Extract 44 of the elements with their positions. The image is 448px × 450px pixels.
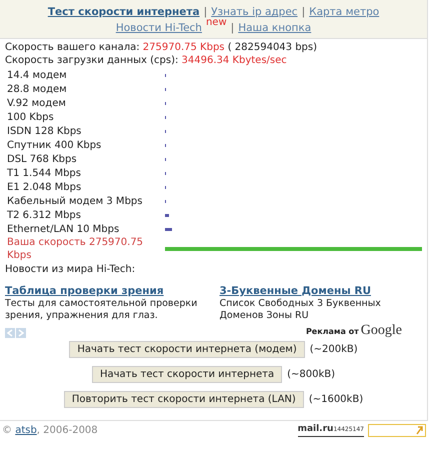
google-logo[interactable]: Google [360, 324, 402, 338]
speed-label: 100 Kbps [6, 110, 55, 124]
nav-link[interactable]: Узнать ip адрес [211, 6, 298, 19]
speed-label: DSL 768 Kbps [6, 152, 78, 166]
ad-credit: Реклама от [306, 326, 359, 338]
start-test-button[interactable]: Начать тест скорости интернета [92, 366, 282, 383]
speed-label: T1 1.544 Mbps [6, 166, 82, 180]
speed-label: Ethernet/LAN 10 Mbps [6, 222, 120, 236]
separator: | [302, 6, 306, 19]
speed-summary: Скорость вашего канала: 275970.75 Kbps ( 282594043 bps) [5, 41, 318, 54]
speed-label: ISDN 128 Kbps [6, 124, 82, 138]
ad-text: Список Свободных 3 Буквенных Доменов Зоны RU [220, 298, 382, 322]
speed-label: Спутник 400 Kbps [6, 138, 102, 152]
start-test-button[interactable]: Повторить тест скорости интернета (LAN) [64, 391, 304, 408]
previous-arrow-icon[interactable] [5, 328, 15, 338]
ad-title[interactable]: 3-Буквенные Домены RU [220, 285, 422, 298]
speed-label: V.92 модем [6, 96, 67, 110]
nav-link[interactable]: Наша кнопка [238, 22, 312, 35]
next-arrow-icon[interactable] [16, 328, 26, 338]
ad-text: Тесты для самостоятельной проверки зрения, упражнения для глаз. [5, 298, 198, 322]
nav-link[interactable]: Новости Hi-Tech [116, 22, 202, 35]
separator: | [230, 22, 234, 35]
speed-bar [165, 228, 172, 230]
speed-label: 28.8 модем [6, 82, 68, 96]
news-heading: Новости из мира Hi-Tech: [5, 263, 136, 276]
ad-title[interactable]: Таблица проверки зрения [5, 285, 208, 298]
start-test-button[interactable]: Начать тест скорости интернета (модем) [69, 341, 305, 358]
speed-bar [165, 214, 169, 216]
speed-label: Ваша скорость 275970.75 Kbps [6, 236, 144, 262]
test-size: (~200kB) [310, 343, 358, 356]
author-link[interactable]: atsb [15, 424, 37, 436]
separator: | [204, 6, 208, 19]
speed-label: 14.4 модем [6, 68, 68, 82]
speed-summary: Скорость загрузки данных (cps): 34496.34 Kbytes/sec [5, 54, 288, 67]
new-label: new [206, 18, 227, 28]
speed-label: Кабельный модем 3 Mbps [6, 194, 144, 208]
test-size: (~1600kB) [308, 393, 364, 406]
test-size: (~800kB) [287, 368, 336, 381]
nav-link[interactable]: Тест скорости интернета [48, 6, 200, 19]
speed-label: E1 2.048 Mbps [6, 180, 82, 194]
counter-widget-icon[interactable] [368, 424, 426, 436]
nav-link[interactable]: Карта метро [309, 6, 380, 19]
speed-label: T2 6.312 Mbps [6, 208, 82, 222]
copyright: © atsb, 2006-2008 [2, 424, 98, 436]
